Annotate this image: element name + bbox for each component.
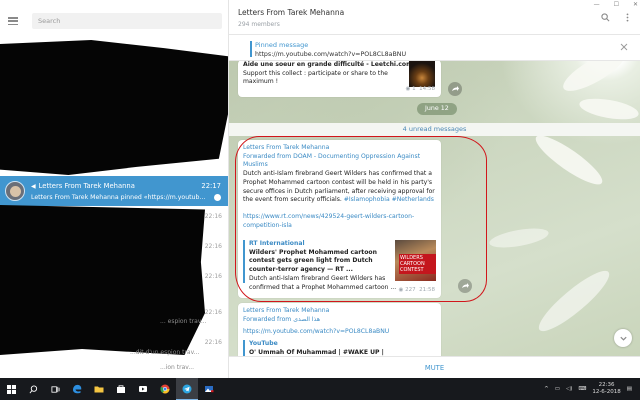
- search-icon[interactable]: [22, 378, 44, 400]
- minimize-icon[interactable]: —: [594, 1, 600, 8]
- windows-taskbar: ^ ▭ ◁) ⌨ 22:36 12-6-2018 ▤: [0, 378, 640, 400]
- photos-app-icon[interactable]: [198, 378, 220, 400]
- chat-snippet: Letters From Tarek Mehanna pinned «https…: [31, 193, 206, 201]
- chat-list-item-active[interactable]: ◀ Letters From Tarek Mehanna 22:17 Letter…: [0, 176, 228, 206]
- pinned-message-bar[interactable]: Pinned message https://m.youtube.com/wat…: [229, 35, 640, 61]
- eye-icon: ◉: [398, 287, 404, 294]
- preview-title: Wilders' Prophet Mohammed cartoon contes…: [249, 248, 377, 274]
- message-time: 21:58: [419, 287, 435, 294]
- forwarded-from: Forwarded from: [243, 315, 292, 323]
- telegram-window: Search ◀ Letters From Tarek Mehanna 22:17…: [0, 0, 640, 378]
- message-bubble: Letters From Tarek Mehanna Forwarded fro…: [238, 140, 441, 298]
- chat-time: 22:16: [204, 243, 222, 250]
- link-preview-image[interactable]: [409, 61, 435, 87]
- hashtags[interactable]: #Islamophobia #Netherlands: [344, 196, 434, 203]
- chat-header: Letters From Tarek Mehanna 294 members —…: [229, 0, 640, 35]
- date-separator: June 12: [417, 103, 457, 115]
- pinned-text: https://m.youtube.com/watch?v=POL8CL8aBN…: [255, 51, 407, 58]
- close-pinned-icon[interactable]: [620, 43, 628, 51]
- view-count: 227: [405, 287, 416, 294]
- preview-description: Dutch anti-Islam firebrand Geert Wilders…: [249, 274, 397, 291]
- share-button[interactable]: [448, 82, 462, 96]
- clock-time: 22:36: [598, 382, 615, 388]
- eye-icon: ◉: [405, 86, 411, 93]
- share-arrow-icon: [462, 283, 469, 288]
- network-icon[interactable]: ▭: [555, 386, 560, 392]
- telegram-icon[interactable]: [176, 378, 198, 400]
- preview-image-caption: WILDERS CARTOON CONTEST: [399, 254, 436, 274]
- link-preview[interactable]: RT International Wilders' Prophet Mohamm…: [243, 240, 436, 291]
- mute-button[interactable]: MUTE: [229, 356, 640, 378]
- notifications-icon[interactable]: ▤: [627, 386, 632, 392]
- forwarded-from[interactable]: Forwarded from DOAM - Documenting Oppres…: [243, 153, 436, 170]
- more-options-icon[interactable]: [623, 13, 632, 22]
- view-count: 1: [412, 86, 416, 93]
- chat-name: Letters From Tarek Mehanna: [38, 181, 135, 190]
- link-preview-image[interactable]: WILDERS CARTOON CONTEST: [395, 240, 436, 281]
- chat-time: 22:16: [204, 309, 222, 316]
- forwarded-source[interactable]: هذا الصدى: [293, 316, 320, 323]
- chevron-down-icon: [619, 336, 627, 341]
- preview-site: YouTube: [249, 340, 278, 348]
- sidebar-top: Search: [0, 0, 228, 42]
- channel-name[interactable]: Letters From Tarek Mehanna: [243, 307, 436, 316]
- file-explorer-icon[interactable]: [88, 378, 110, 400]
- share-arrow-icon: [452, 86, 459, 91]
- pinned-title: Pinned message: [255, 41, 309, 49]
- message-text: Dutch anti-Islam firebrand Geert Wilders…: [243, 170, 435, 204]
- search-input[interactable]: Search: [32, 13, 222, 29]
- muted-badge: [214, 193, 221, 201]
- task-view-icon[interactable]: [44, 378, 66, 400]
- chat-snippet: ...dit d'un espion trav...: [130, 349, 200, 356]
- maximize-icon[interactable]: ☐: [614, 1, 619, 8]
- hamburger-menu-icon[interactable]: [8, 17, 18, 25]
- windows-start-icon[interactable]: [0, 378, 22, 400]
- chat-time: 22:16: [204, 273, 222, 280]
- media-player-icon[interactable]: [132, 378, 154, 400]
- keyboard-icon[interactable]: ⌨: [578, 386, 586, 392]
- article-link[interactable]: https://www.rt.com/news/429524-geert-wil…: [243, 213, 436, 230]
- unread-divider: 4 unread messages: [229, 123, 640, 136]
- message-text: Support this collect : participate or sh…: [243, 69, 388, 77]
- message-time: 14:58: [419, 86, 435, 93]
- chat-time: 22:16: [204, 213, 222, 220]
- chat-title[interactable]: Letters From Tarek Mehanna: [238, 8, 640, 17]
- member-count: 294 members: [238, 21, 280, 28]
- message-text: Aide une soeur en grande difficulté - Le…: [243, 61, 413, 68]
- system-tray: ^ ▭ ◁) ⌨ 22:36 12-6-2018 ▤: [544, 378, 632, 400]
- redaction-scribble: [0, 40, 228, 175]
- link-preview[interactable]: YouTube O' Ummah Of Muhammad | #WAKE UP …: [243, 340, 436, 358]
- share-button[interactable]: [458, 279, 472, 293]
- chat-list-sidebar: Search ◀ Letters From Tarek Mehanna 22:17…: [0, 0, 229, 378]
- scroll-down-button[interactable]: [614, 329, 632, 347]
- chat-time: 22:16: [204, 339, 222, 346]
- message-bubble: Aide une soeur en grande difficulté - Le…: [238, 60, 441, 97]
- channel-name[interactable]: Letters From Tarek Mehanna: [243, 144, 436, 153]
- chat-snippet: ...ion trav...: [160, 364, 195, 371]
- chevron-up-icon[interactable]: ^: [544, 386, 549, 392]
- chrome-icon[interactable]: [154, 378, 176, 400]
- chat-area: Letters From Tarek Mehanna 294 members —…: [229, 0, 640, 378]
- chat-snippet: ... espion trav...: [160, 318, 207, 325]
- redaction-scribble: [0, 205, 205, 355]
- window-controls: — ☐ ✕: [594, 1, 638, 8]
- channel-megaphone-icon: ◀: [31, 182, 36, 190]
- video-link[interactable]: https://m.youtube.com/watch?v=POL8CL8aBN…: [243, 328, 436, 337]
- clock[interactable]: 22:36 12-6-2018: [592, 382, 620, 396]
- chat-time: 22:17: [201, 181, 221, 190]
- clock-date: 12-6-2018: [592, 389, 621, 395]
- close-icon[interactable]: ✕: [633, 1, 638, 8]
- preview-site: RT International: [249, 240, 305, 247]
- volume-icon[interactable]: ◁): [566, 386, 572, 392]
- edge-browser-icon[interactable]: [66, 378, 88, 400]
- search-icon[interactable]: [601, 13, 610, 22]
- store-icon[interactable]: [110, 378, 132, 400]
- avatar: [5, 181, 25, 201]
